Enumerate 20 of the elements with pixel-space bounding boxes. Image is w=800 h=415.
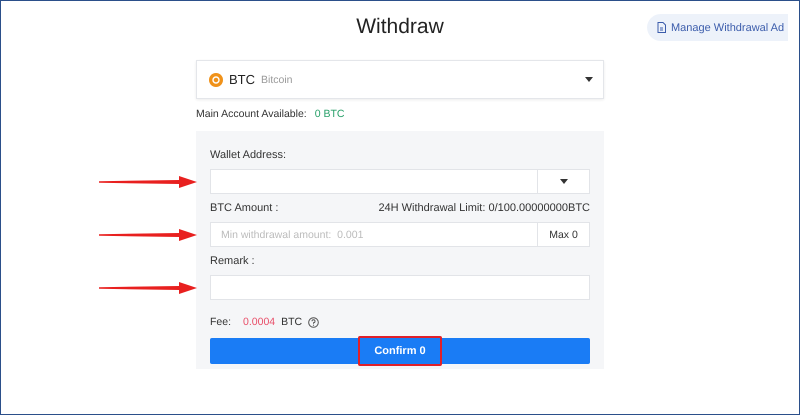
document-icon: [657, 22, 666, 33]
page-title: Withdraw: [356, 15, 444, 40]
coin-select[interactable]: BTC Bitcoin: [196, 60, 604, 99]
fee-value: 0.0004: [243, 316, 276, 328]
coin-symbol: BTC: [229, 72, 255, 87]
field-label: Wallet Address:: [210, 149, 286, 161]
field-label: BTC Amount :: [210, 202, 278, 214]
fee-unit: BTC: [281, 316, 302, 328]
coin-icon: [209, 72, 223, 86]
caret-icon: [560, 179, 568, 184]
available-label: Main Account Available:: [196, 108, 307, 120]
field-label: Remark :: [210, 255, 255, 267]
available-value: 0 BTC: [314, 108, 344, 120]
caret-icon: [585, 77, 593, 82]
withdrawal-limit: 24H Withdrawal Limit: 0/100.00000000BTC: [378, 202, 590, 214]
fee-label: Fee:: [210, 316, 232, 328]
coin-name: Bitcoin: [261, 74, 294, 86]
manage-withdrawal-button[interactable]: Manage Withdrawal Ad: [647, 14, 788, 41]
help-icon[interactable]: [308, 316, 320, 328]
confirm-button[interactable]: Confirm 0: [210, 338, 590, 364]
